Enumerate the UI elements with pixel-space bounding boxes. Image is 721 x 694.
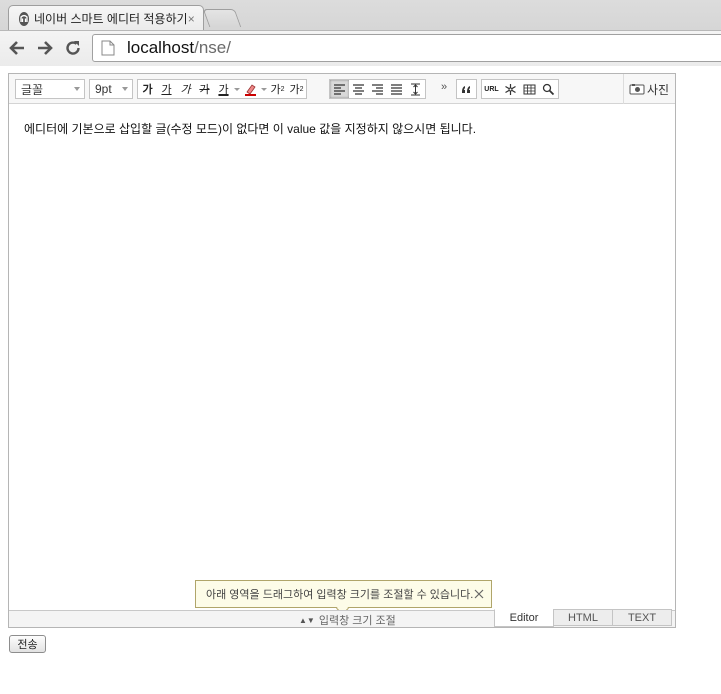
subscript-label: 가 (289, 84, 300, 96)
align-right-icon (372, 83, 383, 95)
hyperlink-button[interactable]: URL (482, 80, 501, 98)
photo-label: 사진 (647, 82, 670, 97)
forward-arrow-icon (38, 41, 53, 55)
font-color-button[interactable]: 가 (214, 80, 233, 98)
reload-button[interactable] (62, 37, 84, 59)
font-family-select[interactable]: 글꼴 (15, 79, 85, 99)
search-icon (542, 83, 555, 95)
tab-title: 네이버 스마트 에디터 적용하기 (34, 12, 188, 26)
italic-button[interactable]: 가 (176, 80, 195, 98)
text-style-group: 가 가 가 가 가 가2 가2 (137, 79, 307, 99)
special-char-button[interactable] (501, 80, 520, 98)
resize-arrows-icon: ▲▼ (299, 615, 315, 625)
mode-tabs: Editor HTML TEXT (494, 609, 672, 627)
url-host: localhost (127, 38, 195, 57)
superscript-button[interactable]: 가2 (268, 80, 287, 98)
more-tools-button[interactable]: » (441, 81, 447, 93)
subscript-button[interactable]: 가2 (287, 80, 306, 98)
tooltip-text: 아래 영역을 드래그하여 입력창 크기를 조절할 수 있습니다. (206, 589, 474, 601)
smart-editor: 글꼴 9pt 가 가 가 가 가 가2 가2 » URL 사진 에디터에 기본으… (8, 73, 676, 628)
font-size-value: 9pt (95, 82, 112, 96)
align-justify-button[interactable] (387, 80, 406, 98)
resize-handle[interactable]: ▲▼ 입력창 크기 조절 (299, 612, 396, 628)
quote-group (456, 79, 477, 99)
bold-button[interactable]: 가 (138, 80, 157, 98)
new-tab-button[interactable] (202, 9, 242, 27)
alignment-group (329, 79, 426, 99)
tab-editor[interactable]: Editor (494, 609, 554, 627)
back-arrow-icon (9, 41, 24, 55)
highlighter-icon (245, 83, 256, 96)
font-color-dropdown-icon[interactable] (233, 80, 241, 98)
reload-icon (66, 41, 80, 55)
insert-group: URL (481, 79, 559, 99)
chevron-down-icon (122, 87, 128, 91)
photo-upload-button[interactable]: 사진 (629, 79, 669, 99)
address-bar[interactable]: localhost /nse/ (92, 34, 721, 62)
naver-favicon-icon (19, 11, 29, 26)
align-left-button[interactable] (330, 80, 349, 98)
underline-button[interactable]: 가 (157, 80, 176, 98)
browser-chrome: 네이버 스마트 에디터 적용하기 × localhost /nse/ (0, 0, 721, 66)
camera-icon (629, 84, 645, 95)
url-path: /nse/ (194, 38, 231, 57)
editor-footer: ▲▼ 입력창 크기 조절 Editor HTML TEXT (9, 609, 675, 628)
chevron-down-icon (74, 87, 80, 91)
find-replace-button[interactable] (539, 80, 558, 98)
background-color-button[interactable] (241, 80, 260, 98)
forward-button[interactable] (34, 37, 56, 59)
table-button[interactable] (520, 80, 539, 98)
strikethrough-button[interactable]: 가 (195, 80, 214, 98)
tab-strip: 네이버 스마트 에디터 적용하기 × (0, 0, 721, 31)
line-height-button[interactable] (406, 80, 425, 98)
align-center-button[interactable] (349, 80, 368, 98)
line-height-icon (411, 83, 420, 95)
browser-tab[interactable]: 네이버 스마트 에디터 적용하기 × (8, 5, 204, 31)
align-center-icon (353, 83, 364, 95)
resize-tooltip: 아래 영역을 드래그하여 입력창 크기를 조절할 수 있습니다. (195, 580, 492, 608)
font-size-select[interactable]: 9pt (89, 79, 133, 99)
superscript-label: 가 (270, 84, 281, 96)
background-color-dropdown-icon[interactable] (260, 80, 268, 98)
page-icon (101, 40, 115, 56)
asterisk-icon (505, 83, 516, 95)
editor-content-area[interactable]: 에디터에 기본으로 삽입할 글(수정 모드)이 없다면 이 value 값을 지… (9, 105, 675, 610)
quote-icon (462, 85, 470, 93)
tab-close-icon[interactable]: × (188, 12, 195, 26)
editor-text: 에디터에 기본으로 삽입할 글(수정 모드)이 없다면 이 value 값을 지… (24, 122, 477, 136)
tab-html[interactable]: HTML (553, 609, 613, 626)
editor-toolbar: 글꼴 9pt 가 가 가 가 가 가2 가2 » URL 사진 (9, 74, 675, 104)
resize-label: 입력창 크기 조절 (318, 615, 396, 627)
align-justify-icon (391, 83, 402, 95)
close-icon[interactable] (473, 588, 485, 600)
align-right-button[interactable] (368, 80, 387, 98)
quote-button[interactable] (457, 80, 476, 98)
submit-button[interactable]: 전송 (9, 635, 46, 653)
align-left-icon (334, 83, 345, 95)
font-family-value: 글꼴 (21, 82, 44, 97)
table-icon (523, 84, 536, 94)
tab-text[interactable]: TEXT (612, 609, 672, 626)
toolbar-divider (623, 74, 624, 104)
browser-toolbar: localhost /nse/ (0, 30, 721, 66)
back-button[interactable] (6, 37, 28, 59)
